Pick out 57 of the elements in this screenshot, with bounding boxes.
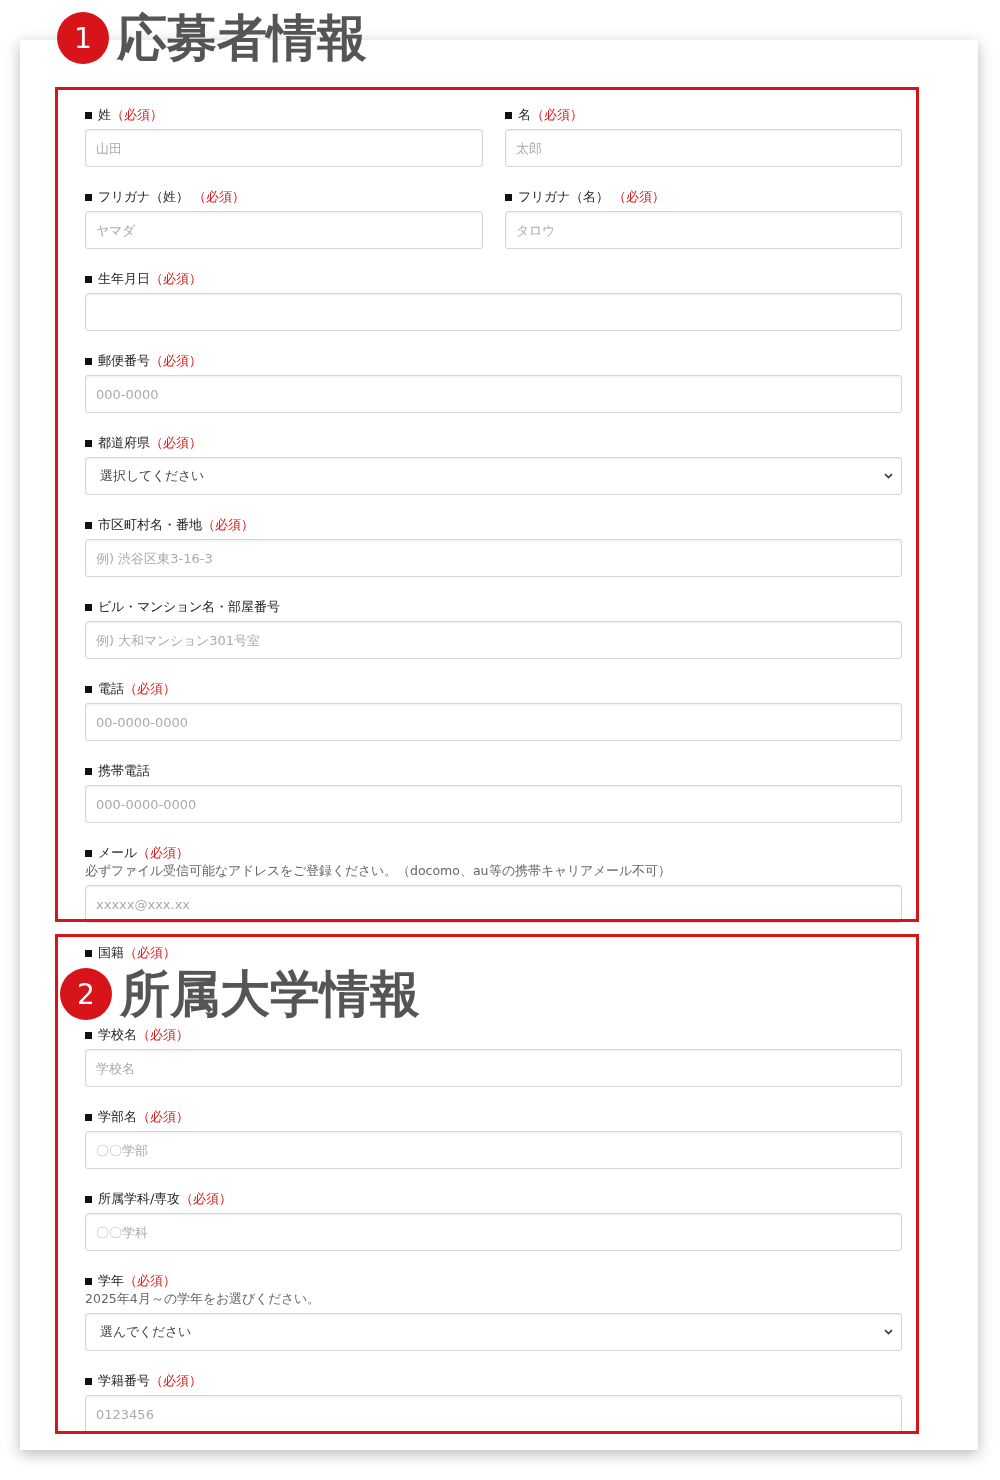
field-label: メール（必須） <box>98 844 189 862</box>
field-label: 学校名（必須） <box>98 1026 189 1044</box>
field-label: 都道府県（必須） <box>98 434 202 452</box>
bullet-icon <box>85 275 92 283</box>
bullet-icon <box>85 357 92 365</box>
section-heading: 応募者情報 <box>117 10 367 66</box>
bullet-icon <box>504 111 512 119</box>
bullet-icon <box>85 1277 92 1285</box>
bullet-icon <box>85 1113 92 1121</box>
bullet-icon <box>85 439 92 447</box>
field-note: 必ずファイル受信可能なアドレスをご登録ください。（docomo、au等の携帯キャリアメール不可） <box>85 862 672 880</box>
text-field[interactable]: 0123456 <box>85 1395 902 1433</box>
text-field[interactable]: 太郎 <box>504 129 902 167</box>
field-label: 携帯電話 <box>98 762 150 780</box>
field-label: 生年月日（必須） <box>98 270 202 288</box>
field-note: 2025年4月～の学年をお選びください。 <box>85 1290 321 1308</box>
text-field[interactable]: 例) 渋谷区東3-16-3 <box>85 539 902 577</box>
bullet-icon <box>85 193 92 201</box>
bullet-icon <box>85 849 92 857</box>
text-field[interactable] <box>85 293 902 331</box>
bullet-icon <box>85 603 92 611</box>
chevron-icon <box>884 1329 893 1335</box>
text-field[interactable]: 山田 <box>85 129 483 167</box>
dropdown[interactable]: 選んでください <box>85 1313 902 1351</box>
field-label: フリガナ（姓） （必須） <box>98 188 246 206</box>
text-field[interactable]: 00-0000-0000 <box>85 703 902 741</box>
bullet-icon <box>85 767 92 775</box>
field-label: 市区町村名・番地（必須） <box>98 516 254 534</box>
field-label: 学部名（必須） <box>98 1108 189 1126</box>
field-label: 学年（必須） <box>98 1272 176 1290</box>
field-label: 学籍番号（必須） <box>98 1372 202 1390</box>
text-field[interactable]: 学校名 <box>85 1049 902 1087</box>
bullet-icon <box>85 1195 92 1203</box>
text-field[interactable]: 000-0000 <box>85 375 902 413</box>
section-heading: 所属大学情報 <box>120 966 420 1022</box>
text-field[interactable]: 000-0000-0000 <box>85 785 902 823</box>
field-label: ビル・マンション名・部屋番号 <box>98 598 280 616</box>
bullet-icon <box>85 949 92 957</box>
field-label: フリガナ（名） （必須） <box>517 188 665 206</box>
field-label: 郵便番号（必須） <box>98 352 202 370</box>
field-label: 名（必須） <box>517 106 583 124</box>
field-label: 所属学科/専攻（必須） <box>98 1190 233 1208</box>
field-label: 電話（必須） <box>98 680 176 698</box>
dropdown[interactable]: 選択してください <box>85 457 902 495</box>
field-label: 国籍（必須） <box>98 944 176 962</box>
bullet-icon <box>85 1377 92 1385</box>
bullet-icon <box>85 1031 92 1039</box>
bullet-icon <box>85 685 92 693</box>
text-field[interactable]: タロウ <box>504 211 902 249</box>
chevron-icon <box>884 473 893 479</box>
bullet-icon <box>504 193 512 201</box>
bullet-icon <box>85 111 92 119</box>
field-label: 姓（必須） <box>98 106 163 124</box>
bullet-icon <box>85 521 92 529</box>
text-field[interactable]: ヤマダ <box>85 211 483 249</box>
text-field[interactable]: 例) 大和マンション301号室 <box>85 621 902 659</box>
step-number: 1 <box>57 12 109 64</box>
